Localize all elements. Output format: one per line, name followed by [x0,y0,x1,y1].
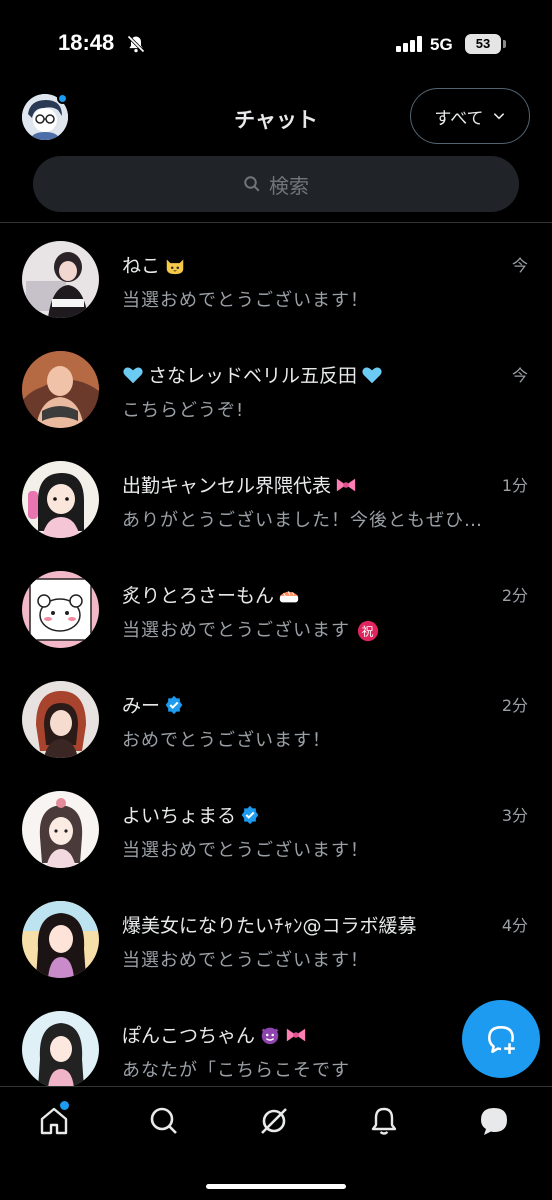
message-time: 4分 [501,916,528,935]
contact-avatar [22,241,99,318]
contact-name: ぽんこつちゃん [122,1021,307,1048]
contact-name-text: 出勤キャンセル界隈代表 [122,475,332,497]
contact-avatar [22,571,99,648]
new-message-button[interactable] [462,1000,540,1078]
message-preview: 当選おめでとうございます！ [122,840,369,861]
message-time: 1分 [501,476,528,495]
message-preview: おめでとうございます！ [122,730,331,751]
chat-list: ねこ 当選おめでとうございます！ 今 さなレッドベリル五反田 こちらどうぞ! 今… [0,224,552,1086]
contact-name-text: みー [122,695,161,717]
message-time: 3分 [501,806,528,825]
devil-emoji-icon [261,1027,279,1044]
message-preview: 当選おめでとうございます 祝 [122,616,517,642]
filter-label: すべて [434,108,484,129]
battery-icon: 53 [465,34,501,54]
ribbon-emoji-icon [336,478,356,491]
message-preview: こちらどうぞ! [122,400,245,421]
chat-row[interactable]: さなレッドベリル五反田 こちらどうぞ! 今 [0,334,552,444]
home-indicator [206,1184,346,1189]
signal-icon [396,36,422,52]
search-input[interactable]: 検索 [33,156,519,212]
new-message-icon [488,1026,515,1054]
message-preview: あなたが「こちらこそです [122,1060,350,1081]
bell-off-icon [127,35,145,53]
messages-icon [481,1108,507,1135]
celebration-emoji-icon: 祝 [357,620,378,642]
contact-name-text: ぽんこつちゃん [122,1025,256,1047]
message-time: 今 [511,366,528,385]
contact-name-text: 炙りとろさーもん [122,585,275,607]
chat-row[interactable]: みー おめでとうございます！ 2分 [0,664,552,774]
chat-row[interactable]: 炙りとろさーもん 当選おめでとうございます 祝 2分 [0,554,552,664]
chat-row[interactable]: よいちょまる 当選おめでとうございます！ 3分 [0,774,552,884]
message-preview: 当選おめでとうございます！ [122,950,369,971]
light-blue-heart-emoji-icon [123,367,143,383]
contact-name: 出勤キャンセル界隈代表 [122,471,357,498]
message-preview: ありがとうございました！今後ともぜひ… [122,510,483,531]
contact-name: 炙りとろさーもん [122,581,300,608]
light-blue-heart-emoji-icon [362,367,382,383]
message-time: 今 [511,256,528,275]
divider [0,222,552,223]
nav-home[interactable] [38,1105,74,1141]
nav-messages[interactable] [478,1105,514,1141]
notifications-icon [371,1107,397,1135]
verified-badge-icon [241,805,259,824]
nav-search[interactable] [148,1105,184,1141]
contact-avatar [22,901,99,978]
message-time: 2分 [501,696,528,715]
network-label: 5G [430,35,453,54]
message-preview-text: 当選おめでとうございます [122,620,350,641]
svg-text:祝: 祝 [361,625,374,639]
sushi-emoji-icon [279,590,299,602]
chevron-down-icon [493,113,504,120]
filter-dropdown-button[interactable]: すべて [410,88,530,144]
contact-avatar [22,351,99,428]
contact-avatar [22,461,99,538]
contact-avatar [22,1011,99,1086]
chat-row[interactable]: 爆美女になりたいﾁｬﾝ@コラボ緩募 当選おめでとうございます！ 4分 [0,884,552,994]
notification-dot [57,93,68,104]
bottom-nav [0,1086,552,1200]
contact-name: ねこ [122,251,186,278]
verified-badge-icon [165,695,183,714]
grok-icon [261,1108,287,1134]
battery-tip [503,40,506,48]
contact-name: さなレッドベリル五反田 [122,361,383,388]
header: チャット すべて [0,86,552,148]
chat-row[interactable]: ねこ 当選おめでとうございます！ 今 [0,224,552,334]
nav-grok[interactable] [258,1105,294,1141]
status-time: 18:48 [58,30,115,55]
nav-notifications[interactable] [368,1105,404,1141]
contact-avatar [22,681,99,758]
cat-emoji-icon [166,259,184,274]
contact-name-text: さなレッドベリル五反田 [148,365,358,387]
message-time: 2分 [501,586,528,605]
status-bar: 18:48 5G 53 [0,0,552,90]
contact-name: よいちょまる [122,801,260,828]
contact-name-text: よいちょまる [122,805,237,827]
ribbon-emoji-icon [286,1028,306,1041]
search-icon [244,176,260,192]
contact-name: 爆美女になりたいﾁｬﾝ@コラボ緩募 [122,915,417,937]
search-icon [150,1107,177,1134]
contact-name-text: ねこ [122,255,161,277]
search-placeholder: 検索 [269,173,309,198]
home-notification-dot [60,1101,69,1110]
contact-name: みー [122,691,184,718]
chat-row[interactable]: 出勤キャンセル界隈代表 ありがとうございました！今後ともぜひ… 1分 [0,444,552,554]
contact-avatar [22,791,99,868]
message-preview: 当選おめでとうございます！ [122,290,369,311]
